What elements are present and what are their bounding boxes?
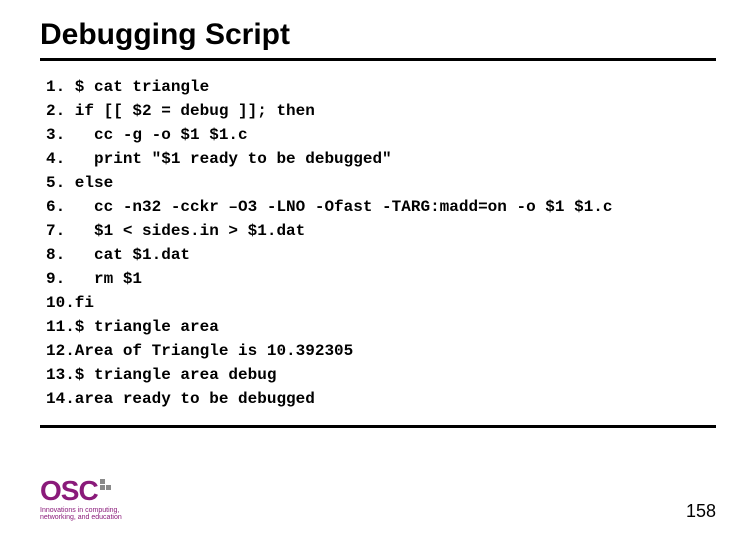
code-line: 14.area ready to be debugged	[46, 387, 716, 411]
logo-tagline: Innovations in computing, networking, an…	[40, 507, 122, 522]
code-line: 10.fi	[46, 291, 716, 315]
code-line: 6. cc -n32 -cckr –O3 -LNO -Ofast -TARG:m…	[46, 195, 716, 219]
code-line: 12.Area of Triangle is 10.392305	[46, 339, 716, 363]
logo-text: OSC	[40, 477, 98, 505]
page-number: 158	[686, 501, 716, 522]
code-line: 8. cat $1.dat	[46, 243, 716, 267]
code-line: 3. cc -g -o $1 $1.c	[46, 123, 716, 147]
code-line: 5. else	[46, 171, 716, 195]
footer: OSC Innovations in computing, networking…	[40, 477, 716, 522]
slide-title: Debugging Script	[40, 18, 716, 61]
code-line: 7. $1 < sides.in > $1.dat	[46, 219, 716, 243]
code-line: 11.$ triangle area	[46, 315, 716, 339]
divider	[40, 425, 716, 428]
code-line: 4. print "$1 ready to be debugged"	[46, 147, 716, 171]
code-line: 9. rm $1	[46, 267, 716, 291]
code-block: 1. $ cat triangle 2. if [[ $2 = debug ]]…	[40, 75, 716, 423]
code-line: 13.$ triangle area debug	[46, 363, 716, 387]
code-line: 1. $ cat triangle	[46, 75, 716, 99]
osc-logo: OSC Innovations in computing, networking…	[40, 477, 122, 522]
logo-squares-icon	[100, 479, 111, 490]
code-line: 2. if [[ $2 = debug ]]; then	[46, 99, 716, 123]
